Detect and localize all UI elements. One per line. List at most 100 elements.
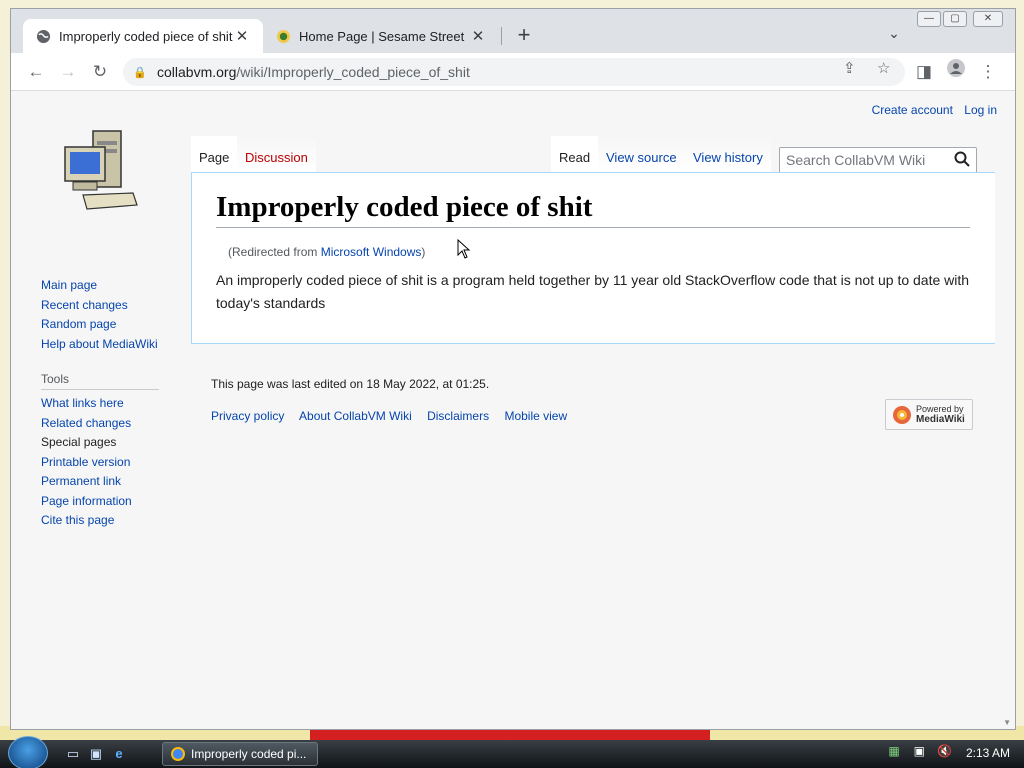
tools-list: What links here Related changes Special …: [41, 394, 191, 531]
tab-strip: Improperly coded piece of shit - ✕ Home …: [11, 9, 1015, 53]
tab-page[interactable]: Page: [191, 136, 238, 172]
tab-improperly-coded[interactable]: Improperly coded piece of shit - ✕: [23, 19, 263, 53]
nav-main-page[interactable]: Main page: [41, 278, 97, 292]
tab-separator: [501, 27, 502, 45]
tab-view-source[interactable]: View source: [598, 136, 685, 172]
back-icon[interactable]: ←: [23, 59, 49, 85]
tab-search-icon[interactable]: ⌄: [883, 25, 905, 47]
maximize-button[interactable]: ▢: [943, 11, 967, 27]
list-item: Main page: [41, 276, 191, 296]
article-body: An improperly coded piece of shit is a p…: [216, 272, 970, 311]
redirect-note: (Redirected from Microsoft Windows): [228, 245, 425, 259]
browser-toolbar: ← → ↻ 🔒 collabvm.org/wiki/Improperly_cod…: [11, 53, 1015, 91]
browser-window: Improperly coded piece of shit - ✕ Home …: [10, 8, 1016, 730]
scroll-down-icon[interactable]: ▼: [1003, 718, 1011, 727]
share-icon[interactable]: ⇪: [843, 59, 856, 77]
list-item: Help about MediaWiki: [41, 335, 191, 355]
side-panel-icon[interactable]: ◨: [911, 59, 937, 85]
redirect-suffix: ): [421, 245, 426, 259]
globe-icon: [35, 28, 51, 44]
tab-title: Home Page | Sesame Street | PBS: [299, 28, 469, 44]
view-source-link[interactable]: View source: [606, 150, 677, 165]
search-placeholder: Search CollabVM Wiki: [786, 152, 926, 168]
tool-what-links-here[interactable]: What links here: [41, 396, 124, 410]
footer-links: Privacy policy About CollabVM Wiki Discl…: [211, 409, 981, 423]
tab-view-history[interactable]: View history: [685, 136, 771, 172]
search-input[interactable]: Search CollabVM Wiki: [779, 147, 977, 174]
redirect-source-link[interactable]: Microsoft Windows: [321, 245, 422, 259]
powered-by-line1: Powered by: [916, 404, 964, 414]
tab-title: Improperly coded piece of shit -: [59, 28, 233, 44]
address-host: collabvm.org: [157, 64, 237, 80]
list-item: Related changes: [41, 414, 191, 434]
nav-recent-changes[interactable]: Recent changes: [41, 298, 128, 312]
nav-random-page[interactable]: Random page: [41, 317, 116, 331]
tool-permanent-link[interactable]: Permanent link: [41, 474, 121, 488]
navigation-list: Main page Recent changes Random page Hel…: [41, 276, 191, 354]
powered-by-mediawiki-badge[interactable]: Powered by MediaWiki: [885, 399, 973, 430]
tool-page-information[interactable]: Page information: [41, 494, 132, 508]
reload-icon[interactable]: ↻: [87, 59, 113, 85]
show-desktop-icon[interactable]: ▭: [64, 745, 82, 763]
tab-read[interactable]: Read: [551, 136, 599, 172]
volume-muted-icon[interactable]: 🔇: [937, 744, 953, 758]
tab-sesame-street[interactable]: Home Page | Sesame Street | PBS ✕: [263, 19, 499, 53]
minimize-button[interactable]: —: [917, 11, 941, 27]
chrome-icon: [171, 747, 185, 761]
view-history-link[interactable]: View history: [693, 150, 763, 165]
bookmark-star-icon[interactable]: ☆: [877, 59, 890, 77]
last-edited-info: This page was last edited on 18 May 2022…: [211, 377, 490, 391]
discussion-link[interactable]: Discussion: [245, 150, 308, 165]
tool-cite-this-page[interactable]: Cite this page: [41, 513, 114, 527]
switch-windows-icon[interactable]: ▣: [87, 745, 105, 763]
list-item: Printable version: [41, 453, 191, 473]
mediawiki-flower-icon: [893, 405, 911, 424]
menu-kebab-icon[interactable]: ⋮: [975, 59, 1001, 85]
close-tab-icon[interactable]: ✕: [233, 27, 251, 45]
footer-disclaimers[interactable]: Disclaimers: [427, 409, 489, 423]
list-item: Cite this page: [41, 511, 191, 531]
address-bar[interactable]: 🔒 collabvm.org/wiki/Improperly_coded_pie…: [123, 58, 905, 86]
page-footer: This page was last edited on 18 May 2022…: [211, 377, 981, 423]
start-orb-button[interactable]: [8, 736, 48, 768]
list-item: Special pages: [41, 433, 191, 453]
footer-privacy-policy[interactable]: Privacy policy: [211, 409, 284, 423]
system-tray: ▦ ▣ 🔇: [886, 744, 959, 758]
taskbar: ▭ ▣ e Improperly coded pi... ▦ ▣ 🔇 2:13 …: [0, 736, 1024, 768]
taskbar-item-label: Improperly coded pi...: [191, 747, 307, 761]
nav-help[interactable]: Help about MediaWiki: [41, 337, 158, 351]
lock-icon: 🔒: [133, 66, 147, 79]
footer-mobile-view[interactable]: Mobile view: [504, 409, 567, 423]
display-tray-icon[interactable]: ▣: [911, 744, 927, 758]
list-item: Permanent link: [41, 472, 191, 492]
network-tray-icon[interactable]: ▦: [886, 744, 902, 758]
create-account-link[interactable]: Create account: [872, 103, 953, 117]
forward-icon[interactable]: →: [55, 59, 81, 85]
footer-about[interactable]: About CollabVM Wiki: [299, 409, 412, 423]
close-tab-icon[interactable]: ✕: [469, 27, 487, 45]
list-item: Page information: [41, 492, 191, 512]
address-path: /wiki/Improperly_coded_piece_of_shit: [236, 64, 470, 80]
powered-by-text: Powered by MediaWiki: [916, 404, 965, 425]
mouse-cursor-icon: [457, 239, 471, 259]
taskbar-clock[interactable]: 2:13 AM: [966, 746, 1010, 760]
tool-related-changes[interactable]: Related changes: [41, 416, 131, 430]
powered-by-line2: MediaWiki: [916, 414, 965, 425]
tool-special-pages[interactable]: Special pages: [41, 435, 116, 449]
tab-discussion[interactable]: Discussion: [237, 136, 316, 172]
close-window-button[interactable]: ✕: [973, 11, 1003, 27]
search-icon[interactable]: [954, 151, 970, 171]
log-in-link[interactable]: Log in: [964, 103, 997, 117]
sesame-street-icon: [275, 28, 291, 44]
tool-printable-version[interactable]: Printable version: [41, 455, 130, 469]
wiki-logo-computer-icon[interactable]: [59, 127, 139, 213]
personal-tools: Create account Log in: [864, 103, 997, 117]
taskbar-item-browser[interactable]: Improperly coded pi...: [162, 742, 318, 766]
profile-avatar-icon[interactable]: [943, 59, 969, 85]
page-title: Improperly coded piece of shit: [216, 191, 970, 228]
redirect-prefix: (Redirected from: [228, 245, 321, 259]
list-item: Recent changes: [41, 296, 191, 316]
internet-explorer-icon[interactable]: e: [110, 745, 128, 763]
new-tab-button[interactable]: +: [511, 23, 537, 49]
tools-heading: Tools: [41, 372, 159, 390]
